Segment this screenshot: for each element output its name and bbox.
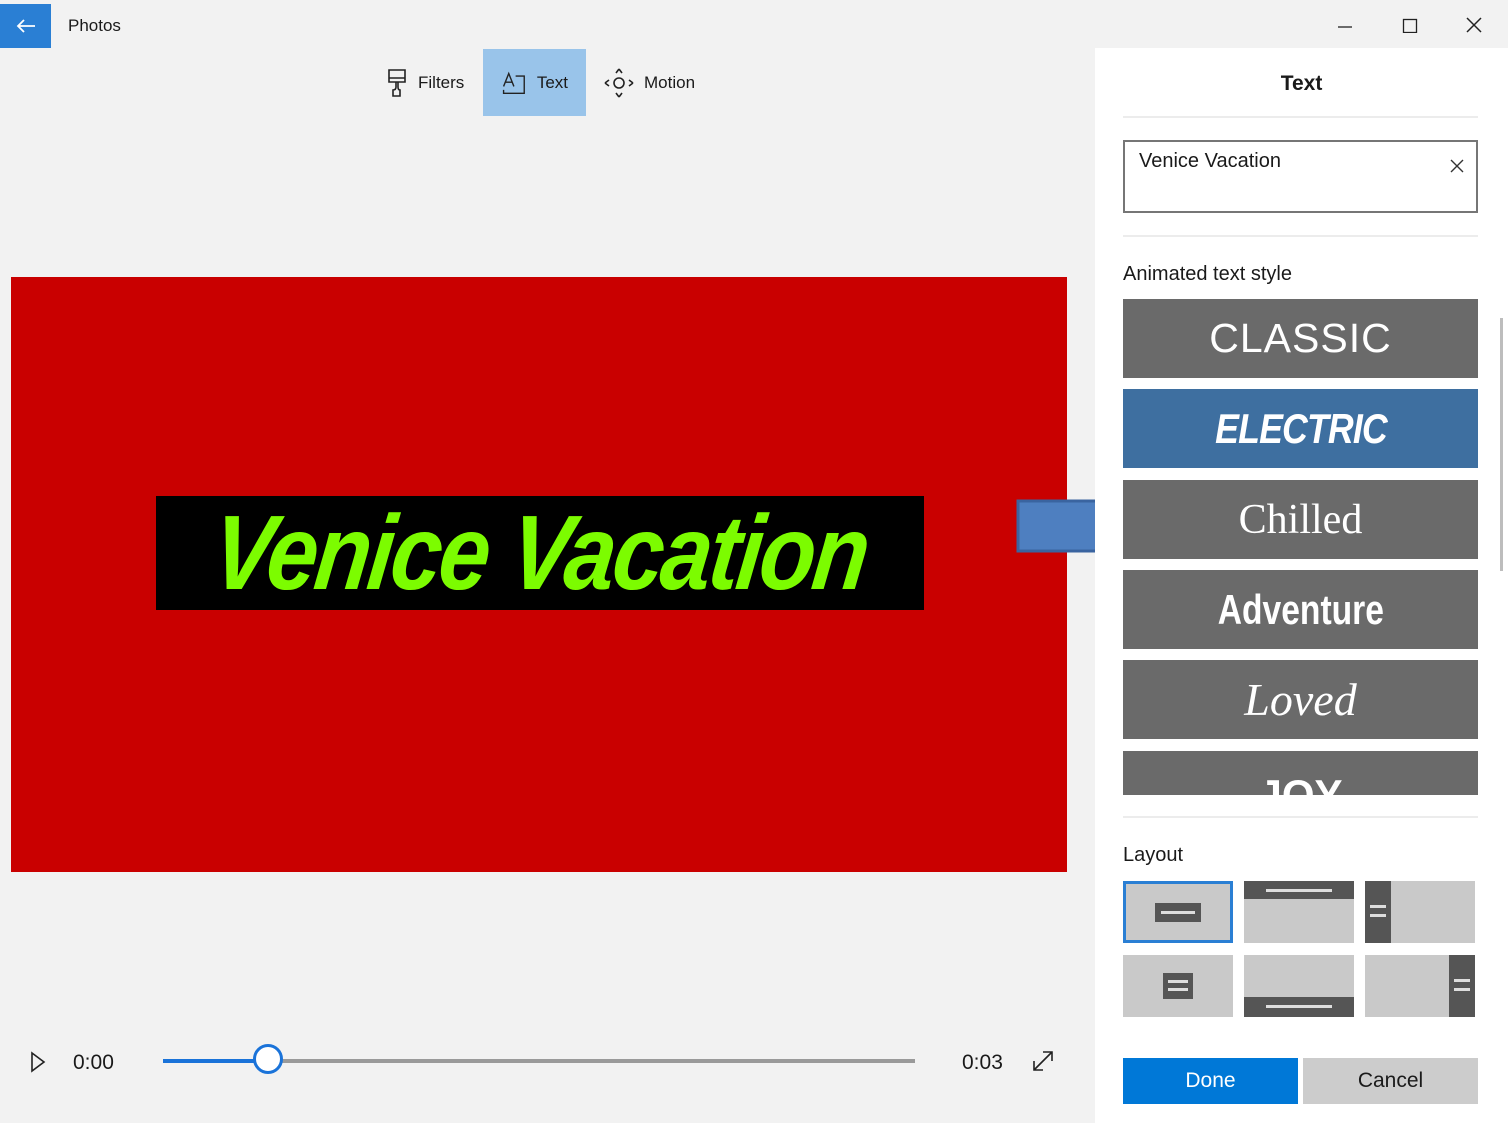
title-text-input[interactable] [1139, 150, 1429, 173]
text-tool-button[interactable]: Text [483, 49, 586, 116]
end-time: 0:03 [962, 1051, 1003, 1074]
style-electric[interactable]: ELECTRIC [1123, 389, 1478, 468]
layout-left-icon [1365, 881, 1391, 943]
layout-left[interactable] [1365, 881, 1475, 943]
style-electric-label: ELECTRIC [1214, 404, 1388, 452]
cancel-button[interactable]: Cancel [1303, 1058, 1478, 1104]
title-card-text: Venice Vacation [206, 496, 874, 610]
style-joy-label: JOY [1258, 771, 1343, 795]
text-panel: Text Animated text style CLASSIC ELECTRI… [1095, 48, 1508, 1123]
filters-tool-button[interactable]: Filters [368, 49, 482, 116]
panel-title: Text [1280, 72, 1323, 95]
animated-text-style-label: Animated text style [1123, 263, 1292, 285]
minimize-icon [1338, 26, 1352, 28]
style-adventure[interactable]: Adventure [1123, 570, 1478, 649]
style-loved[interactable]: Loved [1123, 660, 1478, 739]
layout-bottom[interactable] [1244, 955, 1354, 1017]
title-bar [0, 0, 1508, 48]
style-adventure-label: Adventure [1217, 585, 1384, 633]
seek-bar[interactable] [163, 1044, 915, 1074]
text-style-list: CLASSIC ELECTRIC Chilled Adventure Loved… [1123, 299, 1478, 795]
play-icon [31, 1051, 46, 1073]
style-joy[interactable]: JOY [1123, 751, 1478, 795]
done-button[interactable]: Done [1123, 1058, 1298, 1104]
close-button[interactable] [1454, 10, 1494, 40]
back-button[interactable] [0, 4, 51, 48]
divider [1123, 235, 1478, 237]
current-time: 0:00 [73, 1051, 114, 1074]
layout-right-icon [1449, 955, 1475, 1017]
text-tool-label: Text [536, 72, 568, 92]
style-chilled[interactable]: Chilled [1123, 480, 1478, 559]
clear-icon [1450, 159, 1464, 173]
style-classic-label: CLASSIC [1209, 315, 1392, 361]
maximize-button[interactable] [1390, 10, 1430, 40]
back-arrow-icon [16, 19, 35, 33]
layout-label: Layout [1123, 844, 1184, 866]
seek-bar-thumb[interactable] [253, 1044, 283, 1074]
close-icon [1466, 17, 1482, 33]
title-card: Venice Vacation [156, 496, 924, 610]
expand-icon [1033, 1051, 1053, 1071]
style-chilled-label: Chilled [1238, 496, 1363, 543]
minimize-button[interactable] [1325, 10, 1365, 40]
layout-center[interactable] [1123, 881, 1233, 943]
style-loved-label: Loved [1244, 674, 1357, 725]
motion-tool-button[interactable]: Motion [586, 49, 713, 116]
filters-label: Filters [418, 72, 465, 92]
divider [1123, 116, 1478, 118]
layout-bottom-icon [1244, 997, 1354, 1017]
motion-icon [604, 68, 634, 97]
layout-center-small-icon [1163, 973, 1193, 999]
filters-brush-icon [388, 68, 406, 97]
layout-top[interactable] [1244, 881, 1354, 943]
text-tool-icon [502, 71, 525, 94]
motion-label: Motion [644, 72, 696, 92]
layout-center-small[interactable] [1123, 955, 1233, 1017]
video-preview: Venice Vacation [11, 277, 1067, 872]
layout-right[interactable] [1365, 955, 1475, 1017]
maximize-icon [1402, 18, 1418, 33]
app-title: Photos [68, 16, 121, 35]
clear-text-button[interactable] [1443, 152, 1471, 180]
layout-top-icon [1244, 881, 1354, 899]
style-list-scrollbar[interactable] [1500, 318, 1503, 571]
fullscreen-button[interactable] [1030, 1048, 1056, 1079]
layout-center-icon [1155, 903, 1201, 922]
text-input-box[interactable] [1123, 140, 1478, 213]
play-button[interactable] [28, 1050, 48, 1079]
style-classic[interactable]: CLASSIC [1123, 299, 1478, 378]
divider [1123, 816, 1478, 818]
